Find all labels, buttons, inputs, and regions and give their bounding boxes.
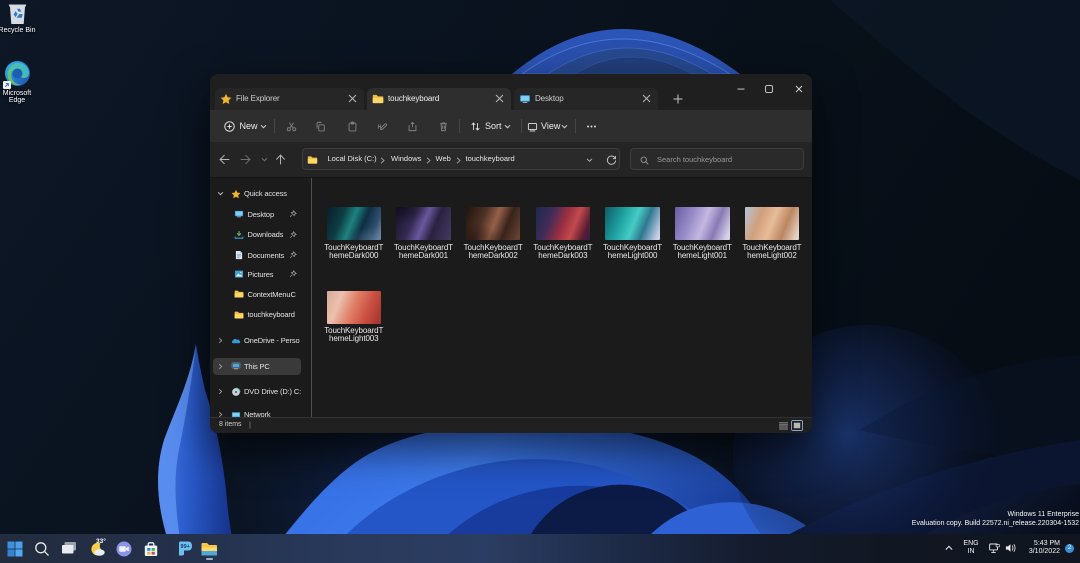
svg-text:99+: 99+ (180, 544, 189, 550)
